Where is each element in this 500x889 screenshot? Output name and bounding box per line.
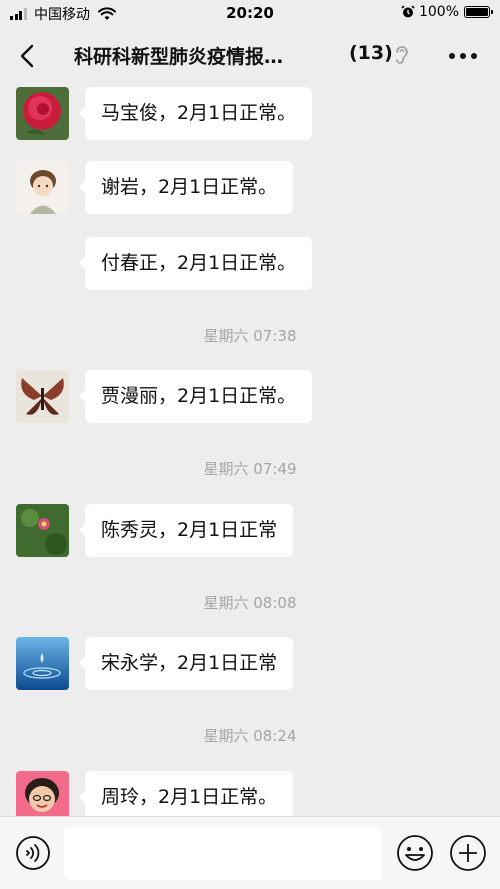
input-bar (0, 816, 500, 889)
avatar[interactable] (16, 237, 69, 290)
avatar[interactable] (16, 161, 69, 214)
message-row: 马宝俊，2月1日正常。 (16, 87, 486, 141)
battery-icon (464, 6, 493, 18)
avatar[interactable] (16, 87, 69, 140)
battery-percent: 100% (418, 4, 459, 20)
avatar[interactable] (16, 771, 69, 816)
message-bubble[interactable]: 付春正，2月1日正常。 (78, 237, 313, 290)
message-row: 谢岩，2月1日正常。 (16, 161, 486, 215)
message-row: 陈秀灵，2月1日正常 (16, 504, 486, 558)
message-row: 贾漫丽，2月1日正常。 (16, 370, 486, 424)
message-row: 宋永学，2月1日正常 (16, 637, 486, 691)
avatar[interactable] (16, 370, 69, 423)
voice-icon[interactable] (15, 835, 51, 871)
member-count: (13) (349, 42, 393, 64)
back-chevron-icon[interactable] (14, 42, 42, 70)
message-row: 付春正，2月1日正常。 (16, 237, 486, 291)
message-row: 周玲，2月1日正常。 (16, 771, 486, 816)
message-bubble[interactable]: 宋永学，2月1日正常 (78, 637, 294, 690)
avatar[interactable] (16, 504, 69, 557)
avatar[interactable] (16, 637, 69, 690)
status-bar: 中国移动 20:20 100% (0, 0, 500, 28)
status-right: 100% (401, 4, 493, 20)
ear-icon (396, 46, 408, 64)
plus-icon[interactable] (449, 834, 487, 872)
more-dots-icon[interactable] (448, 52, 478, 60)
timestamp: 星期六 08:08 (203, 594, 297, 612)
message-bubble[interactable]: 周玲，2月1日正常。 (78, 771, 294, 816)
message-bubble[interactable]: 贾漫丽，2月1日正常。 (78, 370, 313, 423)
message-input[interactable] (64, 827, 382, 880)
timestamp: 星期六 07:38 (203, 327, 297, 345)
timestamp: 星期六 07:49 (203, 460, 297, 478)
chat-header: 科研科新型肺炎疫情报… (13) (0, 28, 500, 84)
chat-title: 科研科新型肺炎疫情报… (74, 46, 284, 68)
timestamp: 星期六 08:24 (203, 727, 297, 745)
alarm-icon (401, 5, 415, 18)
emoji-icon[interactable] (396, 834, 434, 872)
message-bubble[interactable]: 马宝俊，2月1日正常。 (78, 87, 313, 140)
message-bubble[interactable]: 陈秀灵，2月1日正常 (78, 504, 294, 557)
message-bubble[interactable]: 谢岩，2月1日正常。 (78, 161, 294, 214)
chat-area[interactable]: 马宝俊，2月1日正常。 谢岩，2月1日正常。 付春正，2月1日正常。 星期六 0… (0, 84, 500, 816)
